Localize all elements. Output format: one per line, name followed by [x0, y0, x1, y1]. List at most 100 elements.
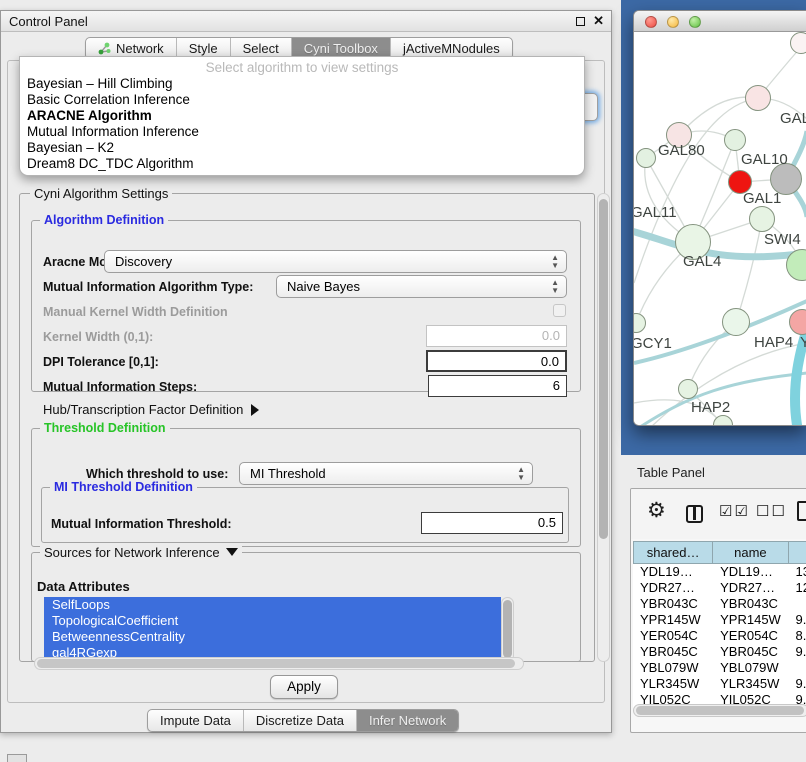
- which-threshold-select[interactable]: MI Threshold ▲▼: [239, 462, 533, 485]
- table-column-header[interactable]: shared…: [633, 541, 713, 564]
- manual-kernel-width-label: Manual Kernel Width Definition: [43, 305, 228, 319]
- table-row[interactable]: YBR045CYBR045C9.: [633, 644, 806, 660]
- attributes-scrollbar-thumb[interactable]: [503, 600, 512, 658]
- bottom-tab-discretize-data[interactable]: Discretize Data: [243, 710, 356, 731]
- table-cell: YLR345W: [713, 676, 788, 692]
- attribute-list-item[interactable]: SelfLoops: [44, 597, 501, 613]
- algorithm-option[interactable]: ARACNE Algorithm: [20, 108, 584, 124]
- table-cell: YBL079W: [713, 660, 788, 676]
- float-window-icon[interactable]: [576, 17, 585, 26]
- network-canvas[interactable]: GALGAL80GAL10GAL1GAL11SWI4GAL4GCY1HAP4YH…: [634, 32, 806, 426]
- kernel-width-field[interactable]: 0.0: [426, 325, 567, 347]
- aracne-mode-select[interactable]: Discovery ▲▼: [104, 250, 567, 273]
- network-node[interactable]: [790, 32, 806, 54]
- network-node[interactable]: [749, 206, 775, 232]
- table-cell: YBL079W: [633, 660, 713, 676]
- table-row[interactable]: YBR043CYBR043C: [633, 596, 806, 612]
- table-row[interactable]: YPR145WYPR145W9.: [633, 612, 806, 628]
- table-cell: 9.: [788, 612, 806, 628]
- algorithm-option[interactable]: Mutual Information Inference: [20, 124, 584, 140]
- aracne-mode-value: Discovery: [115, 254, 172, 269]
- table-cell: YDR27…: [713, 580, 788, 596]
- network-node-label: GAL11: [634, 204, 677, 221]
- close-icon[interactable]: ✕: [593, 13, 604, 29]
- algorithm-option[interactable]: Dream8 DC_TDC Algorithm: [20, 156, 584, 172]
- minimize-traffic-light-icon[interactable]: [667, 16, 679, 28]
- stepper-arrows-icon: ▲▼: [551, 279, 559, 295]
- settings-scrollbar-thumb[interactable]: [599, 199, 608, 539]
- zoom-traffic-light-icon[interactable]: [689, 16, 701, 28]
- dpi-tolerance-field[interactable]: 0.0: [426, 350, 567, 372]
- attribute-list-item[interactable]: BetweennessCentrality: [44, 629, 501, 645]
- mi-threshold-label: Mutual Information Threshold:: [51, 517, 232, 531]
- attributes-vertical-scrollbar[interactable]: [501, 597, 514, 662]
- network-node[interactable]: [745, 85, 771, 111]
- close-traffic-light-icon[interactable]: [645, 16, 657, 28]
- expanded-arrow-icon: [226, 548, 238, 556]
- tab-label: Select: [243, 41, 279, 56]
- threshold-definition-title: Threshold Definition: [40, 421, 170, 435]
- columns-icon[interactable]: [686, 505, 703, 523]
- network-view-window: GALGAL80GAL10GAL1GAL11SWI4GAL4GCY1HAP4YH…: [633, 10, 806, 426]
- table-row[interactable]: YDL19…YDL19…13: [633, 564, 806, 580]
- network-node[interactable]: [636, 148, 656, 168]
- mi-type-value: Naive Bayes: [287, 279, 360, 294]
- algorithm-option[interactable]: Bayesian – Hill Climbing: [20, 76, 584, 92]
- mi-steps-field[interactable]: 6: [428, 375, 567, 397]
- new-table-icon[interactable]: [797, 501, 806, 521]
- control-panel-window: Control Panel ✕ NetworkStyleSelectCyni T…: [0, 10, 612, 733]
- bottom-tab-impute-data[interactable]: Impute Data: [148, 710, 243, 731]
- table-row[interactable]: YLR345WYLR345W9.: [633, 676, 806, 692]
- table-cell: YBR043C: [713, 596, 788, 612]
- network-node-label: GAL10: [741, 151, 788, 168]
- attribute-list-item[interactable]: TopologicalCoefficient: [44, 613, 501, 629]
- data-attributes-list[interactable]: SelfLoopsTopologicalCoefficientBetweenne…: [44, 597, 501, 662]
- apply-button[interactable]: Apply: [270, 675, 338, 699]
- table-horizontal-scrollbar[interactable]: [633, 704, 806, 717]
- tab-label: jActiveMNodules: [403, 41, 500, 56]
- table-row[interactable]: YBL079WYBL079W: [633, 660, 806, 676]
- hub-definition-toggle[interactable]: Hub/Transcription Factor Definition: [43, 402, 259, 417]
- data-attributes-label: Data Attributes: [37, 579, 130, 594]
- table-cell: YER054C: [633, 628, 713, 644]
- mi-algorithm-type-select[interactable]: Naive Bayes ▲▼: [276, 275, 567, 298]
- network-window-titlebar[interactable]: [634, 11, 806, 32]
- network-node-label: GAL1: [743, 190, 781, 207]
- settings-vertical-scrollbar[interactable]: [597, 193, 610, 662]
- algorithm-dropdown-popup: Select algorithm to view settings Bayesi…: [19, 56, 585, 176]
- table-cell: [788, 596, 806, 612]
- mi-steps-label: Mutual Information Steps:: [43, 380, 197, 394]
- gear-icon[interactable]: ⚙: [647, 498, 666, 523]
- node-table: shared…nameA YDL19…YDL19…13YDR27…YDR27…1…: [633, 541, 806, 708]
- tab-label: Style: [189, 41, 218, 56]
- network-icon: [98, 42, 111, 55]
- kernel-width-label: Kernel Width (0,1):: [43, 330, 153, 344]
- control-panel-titlebar[interactable]: Control Panel ✕: [1, 11, 611, 32]
- bottom-tab-label: Impute Data: [160, 713, 231, 728]
- table-column-header[interactable]: name: [713, 541, 788, 564]
- sources-group-title[interactable]: Sources for Network Inference: [40, 545, 242, 560]
- table-horizontal-scrollbar-thumb[interactable]: [636, 706, 804, 715]
- tab-label: Network: [116, 41, 164, 56]
- table-column-header[interactable]: A: [789, 541, 806, 564]
- mi-threshold-field[interactable]: 0.5: [421, 512, 563, 534]
- attributes-horizontal-scrollbar-thumb[interactable]: [37, 659, 515, 668]
- algorithm-option[interactable]: Basic Correlation Inference: [20, 92, 584, 108]
- select-all-checkboxes-icon[interactable]: ☑☑: [719, 502, 750, 520]
- algorithm-option[interactable]: Bayesian – K2: [20, 140, 584, 156]
- stepper-arrows-icon: ▲▼: [517, 466, 525, 482]
- table-panel: ⚙ ☑☑ ☐☐ shared…nameA YDL19…YDL19…13YDR27…: [630, 488, 806, 733]
- manual-kernel-width-checkbox[interactable]: [553, 304, 566, 317]
- table-row[interactable]: YDR27…YDR27…12: [633, 580, 806, 596]
- network-node[interactable]: [724, 129, 746, 151]
- network-node[interactable]: [678, 379, 698, 399]
- bottom-tab-infer-network[interactable]: Infer Network: [356, 710, 458, 731]
- bottom-panel-widget[interactable]: [7, 754, 27, 762]
- deselect-all-checkboxes-icon[interactable]: ☐☐: [756, 502, 787, 520]
- collapsed-arrow-icon: [251, 404, 259, 416]
- network-node[interactable]: [722, 308, 750, 336]
- attributes-horizontal-scrollbar[interactable]: [34, 657, 524, 670]
- table-cell: YBR043C: [633, 596, 713, 612]
- table-row[interactable]: YER054CYER054C8.: [633, 628, 806, 644]
- network-node-label: SWI4: [764, 231, 801, 248]
